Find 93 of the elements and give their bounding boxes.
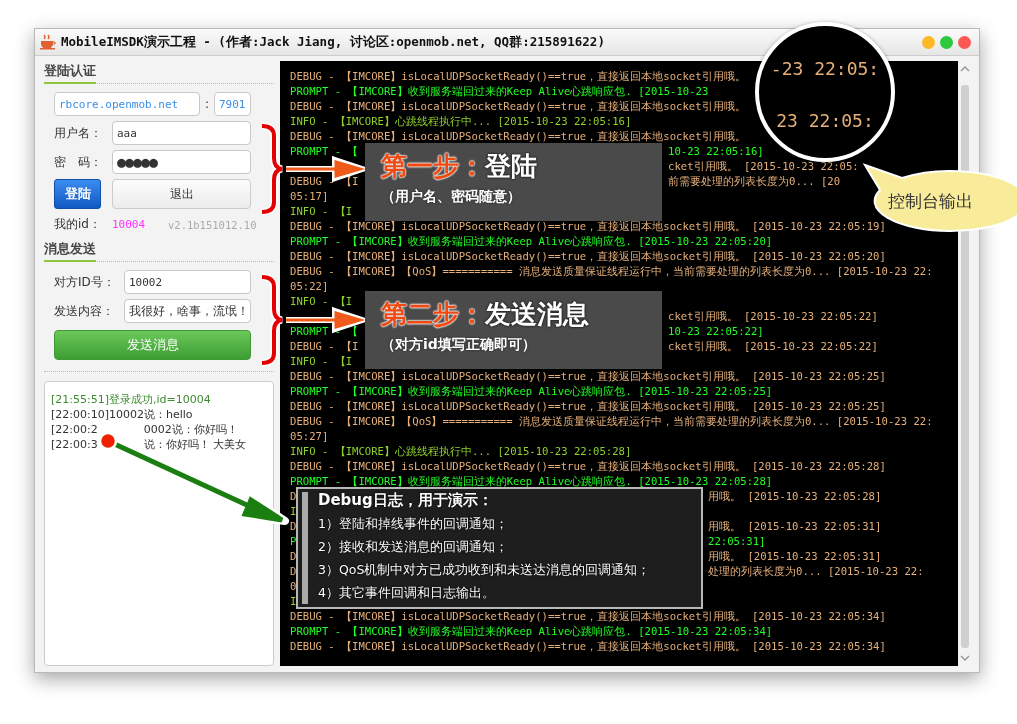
- log-line: D: [290, 549, 297, 564]
- server-field[interactable]: rbcore.openmob.net: [54, 92, 200, 116]
- chat-message: [21:55:51]登录成功,id=10004: [51, 393, 211, 406]
- log-line: INFO - 【I: [290, 204, 353, 219]
- magnified-text: -23 22:05:: [770, 57, 880, 81]
- log-line: DEBUG - 【IMCORE】isLocalUDPSocketReady()==true，直接返回本地socket引用哦。 [2015-10-23 22:05:25]: [290, 399, 886, 414]
- log-line: DEBUG - 【IMCORE】isLocalUDPSocketReady()==true，直接返回本地socket引用哦。: [290, 129, 746, 144]
- log-line: DEBUG - 【IMCORE】isLocalUDPSocketReady()==true，直接返回本地socket引用哦。 [2015-10-23 22:05:25]: [290, 369, 886, 384]
- bubble-label: 控制台输出: [888, 190, 973, 213]
- separator-text: :: [203, 97, 210, 111]
- my-id-value: 10004: [112, 218, 147, 231]
- log-line: INFO - 【I: [290, 354, 353, 369]
- log-line: D: [290, 489, 297, 504]
- close-button[interactable]: [958, 35, 971, 49]
- step-title: 发送消息: [485, 298, 589, 331]
- version-text: v2.1b151012.10: [168, 218, 257, 231]
- chat-message: 说：你好吗！ 大美女: [143, 438, 247, 451]
- username-label: 用户名：: [54, 124, 103, 142]
- note-title: Debug日志，用于演示：: [318, 491, 494, 510]
- log-line: 用哦。 [2015-10-23 22:05:31]: [708, 549, 882, 564]
- window-title: MobileIMSDK演示工程 - (作者:Jack Jiang, 讨论区:openmob.net, QQ群:215891622): [61, 33, 605, 51]
- scroll-up-icon[interactable]: [959, 65, 972, 73]
- note-item: 4）其它事件回调和日志输出。: [318, 584, 496, 602]
- log-line: PROMPT - 【IMCORE】收到服务端回过来的Keep Alive心跳响应包. [2015-10-23: [290, 84, 709, 99]
- log-line: 用哦。 [2015-10-23 22:05:31]: [708, 519, 882, 534]
- log-line: 处理的列表长度为0... [2015-10-23 22:: [708, 564, 924, 579]
- coffee-cup-icon: [39, 34, 57, 50]
- username-field[interactable]: aaa: [112, 121, 251, 145]
- log-line: DEBUG - 【IMCORE】isLocalUDPSocketReady()==true，直接返回本地socket引用哦。: [290, 69, 746, 84]
- chat-message: [22:00:2: [51, 423, 98, 436]
- step-title: 登陆: [485, 150, 537, 183]
- log-line: 05:22]: [290, 279, 329, 294]
- log-line: INFO - 【IMCORE】心跳线程执行中... [2015-10-23 22:05:16]: [290, 114, 632, 129]
- scroll-down-icon[interactable]: [959, 654, 972, 662]
- password-label: 密 码：: [54, 153, 103, 171]
- content-label: 发送内容：: [54, 302, 115, 320]
- log-line: D: [290, 564, 297, 579]
- log-line: DEBUG - 【IMCORE】【QoS】=========== 消息发送质量保证线程运行中，当前需要处理的列表长度为0... [2015-10-23 22:: [290, 264, 933, 279]
- marker-dot: [98, 431, 118, 451]
- chat-message: [22:00:10]10002说：hello: [51, 408, 193, 421]
- log-line: 05:27]: [290, 429, 329, 444]
- log-line: DEBUG - 【IMCORE】【QoS】=========== 消息发送质量保证线程运行中，当前需要处理的列表长度为0... [2015-10-23 22:: [290, 414, 933, 429]
- recipient-label: 对方ID号：: [54, 273, 116, 291]
- step-note: （对方id填写正确即可）: [381, 336, 536, 354]
- log-line: I: [290, 594, 297, 609]
- minimize-button[interactable]: [922, 35, 935, 49]
- maximize-button[interactable]: [940, 35, 953, 49]
- log-line: INFO - 【I: [290, 294, 353, 309]
- step-note: （用户名、密码随意）: [381, 188, 521, 206]
- log-line: PROMPT - 【IMCORE】收到服务端回过来的Keep Alive心跳响应包. [2015-10-23 22:05:28]: [290, 474, 773, 489]
- note-item: 3）QoS机制中对方已成功收到和未送达消息的回调通知；: [318, 561, 651, 579]
- log-line: DEBUG - 【IMCORE】isLocalUDPSocketReady()==true，直接返回本地socket引用哦。 [2015-10-23 22:05:19]: [290, 219, 886, 234]
- log-line: 0: [290, 579, 297, 594]
- log-line: cket引用哦。 [2015-10-23 22:05:: [668, 159, 859, 174]
- step-label: 第二步：: [381, 298, 485, 331]
- recipient-field[interactable]: 10002: [124, 270, 251, 294]
- log-line: 前需要处理的列表长度为0... [20: [668, 174, 841, 189]
- log-line: DEBUG - 【IMCORE】isLocalUDPSocketReady()==true，直接返回本地socket引用哦。: [290, 99, 746, 114]
- log-line: DEBUG - 【IMCORE】isLocalUDPSocketReady()==true，直接返回本地socket引用哦。 [2015-10-23 22:05:28]: [290, 459, 886, 474]
- log-line: PROMPT - 【IMCORE】收到服务端回过来的Keep Alive心跳响应包. [2015-10-23 22:05:20]: [290, 234, 773, 249]
- section-title: 登陆认证: [44, 63, 96, 84]
- password-field[interactable]: ●●●●●: [112, 150, 251, 174]
- log-line: PROMPT - 【: [290, 144, 359, 159]
- magnified-text: 23 22:05:: [776, 109, 874, 133]
- log-line: 10-23 22:05:16]: [668, 144, 764, 159]
- log-line: cket引用哦。 [2015-10-23 22:05:22]: [668, 339, 878, 354]
- chat-message: 0002说：你好吗！: [143, 423, 238, 436]
- log-line: INFO - 【IMCORE】心跳线程执行中... [2015-10-23 22:05:28]: [290, 444, 632, 459]
- my-id-label: 我的id：: [54, 216, 102, 233]
- log-line: I: [290, 504, 297, 519]
- section-title: 消息发送: [44, 241, 96, 262]
- chat-message: [22:00:3: [51, 438, 98, 451]
- log-line: PROMPT - 【IMCORE】收到服务端回过来的Keep Alive心跳响应包. [2015-10-23 22:05:25]: [290, 384, 773, 399]
- content-field[interactable]: 我很好，啥事，流氓！: [124, 299, 251, 323]
- logout-button[interactable]: 退出: [112, 179, 251, 209]
- log-line: D: [290, 519, 297, 534]
- log-line: PROMPT - 【: [290, 324, 359, 339]
- log-line: cket引用哦。 [2015-10-23 22:05:22]: [668, 309, 878, 324]
- note-item: 1）登陆和掉线事件的回调通知；: [318, 515, 509, 533]
- login-button[interactable]: 登陆: [54, 179, 101, 209]
- log-line: DEBUG - 【IMCORE】isLocalUDPSocketReady()==true，直接返回本地socket引用哦。 [2015-10-23 22:05:20]: [290, 249, 886, 264]
- note-item: 2）接收和发送消息的回调通知；: [318, 538, 509, 556]
- log-line: DEBUG - 【I: [290, 174, 359, 189]
- log-line: DEBUG - 【I: [290, 339, 359, 354]
- log-line: 05:17]: [290, 189, 329, 204]
- log-line: P: [290, 534, 297, 549]
- log-line: PROMPT - 【IMCORE】收到服务端回过来的Keep Alive心跳响应包. [2015-10-23 22:05:34]: [290, 624, 773, 639]
- log-line: 用哦。 [2015-10-23 22:05:28]: [708, 489, 882, 504]
- step-label: 第一步：: [381, 150, 485, 183]
- log-line: DEBUG - 【IMCORE】isLocalUDPSocketReady()==true，直接返回本地socket引用哦。 [2015-10-23 22:05:34]: [290, 639, 886, 654]
- log-line: 22:05:31]: [708, 534, 766, 549]
- log-line: DEBUG - 【IMCORE】isLocalUDPSocketReady()==true，直接返回本地socket引用哦。 [2015-10-23 22:05:34]: [290, 609, 886, 624]
- log-line: 10-23 22:05:22]: [668, 324, 764, 339]
